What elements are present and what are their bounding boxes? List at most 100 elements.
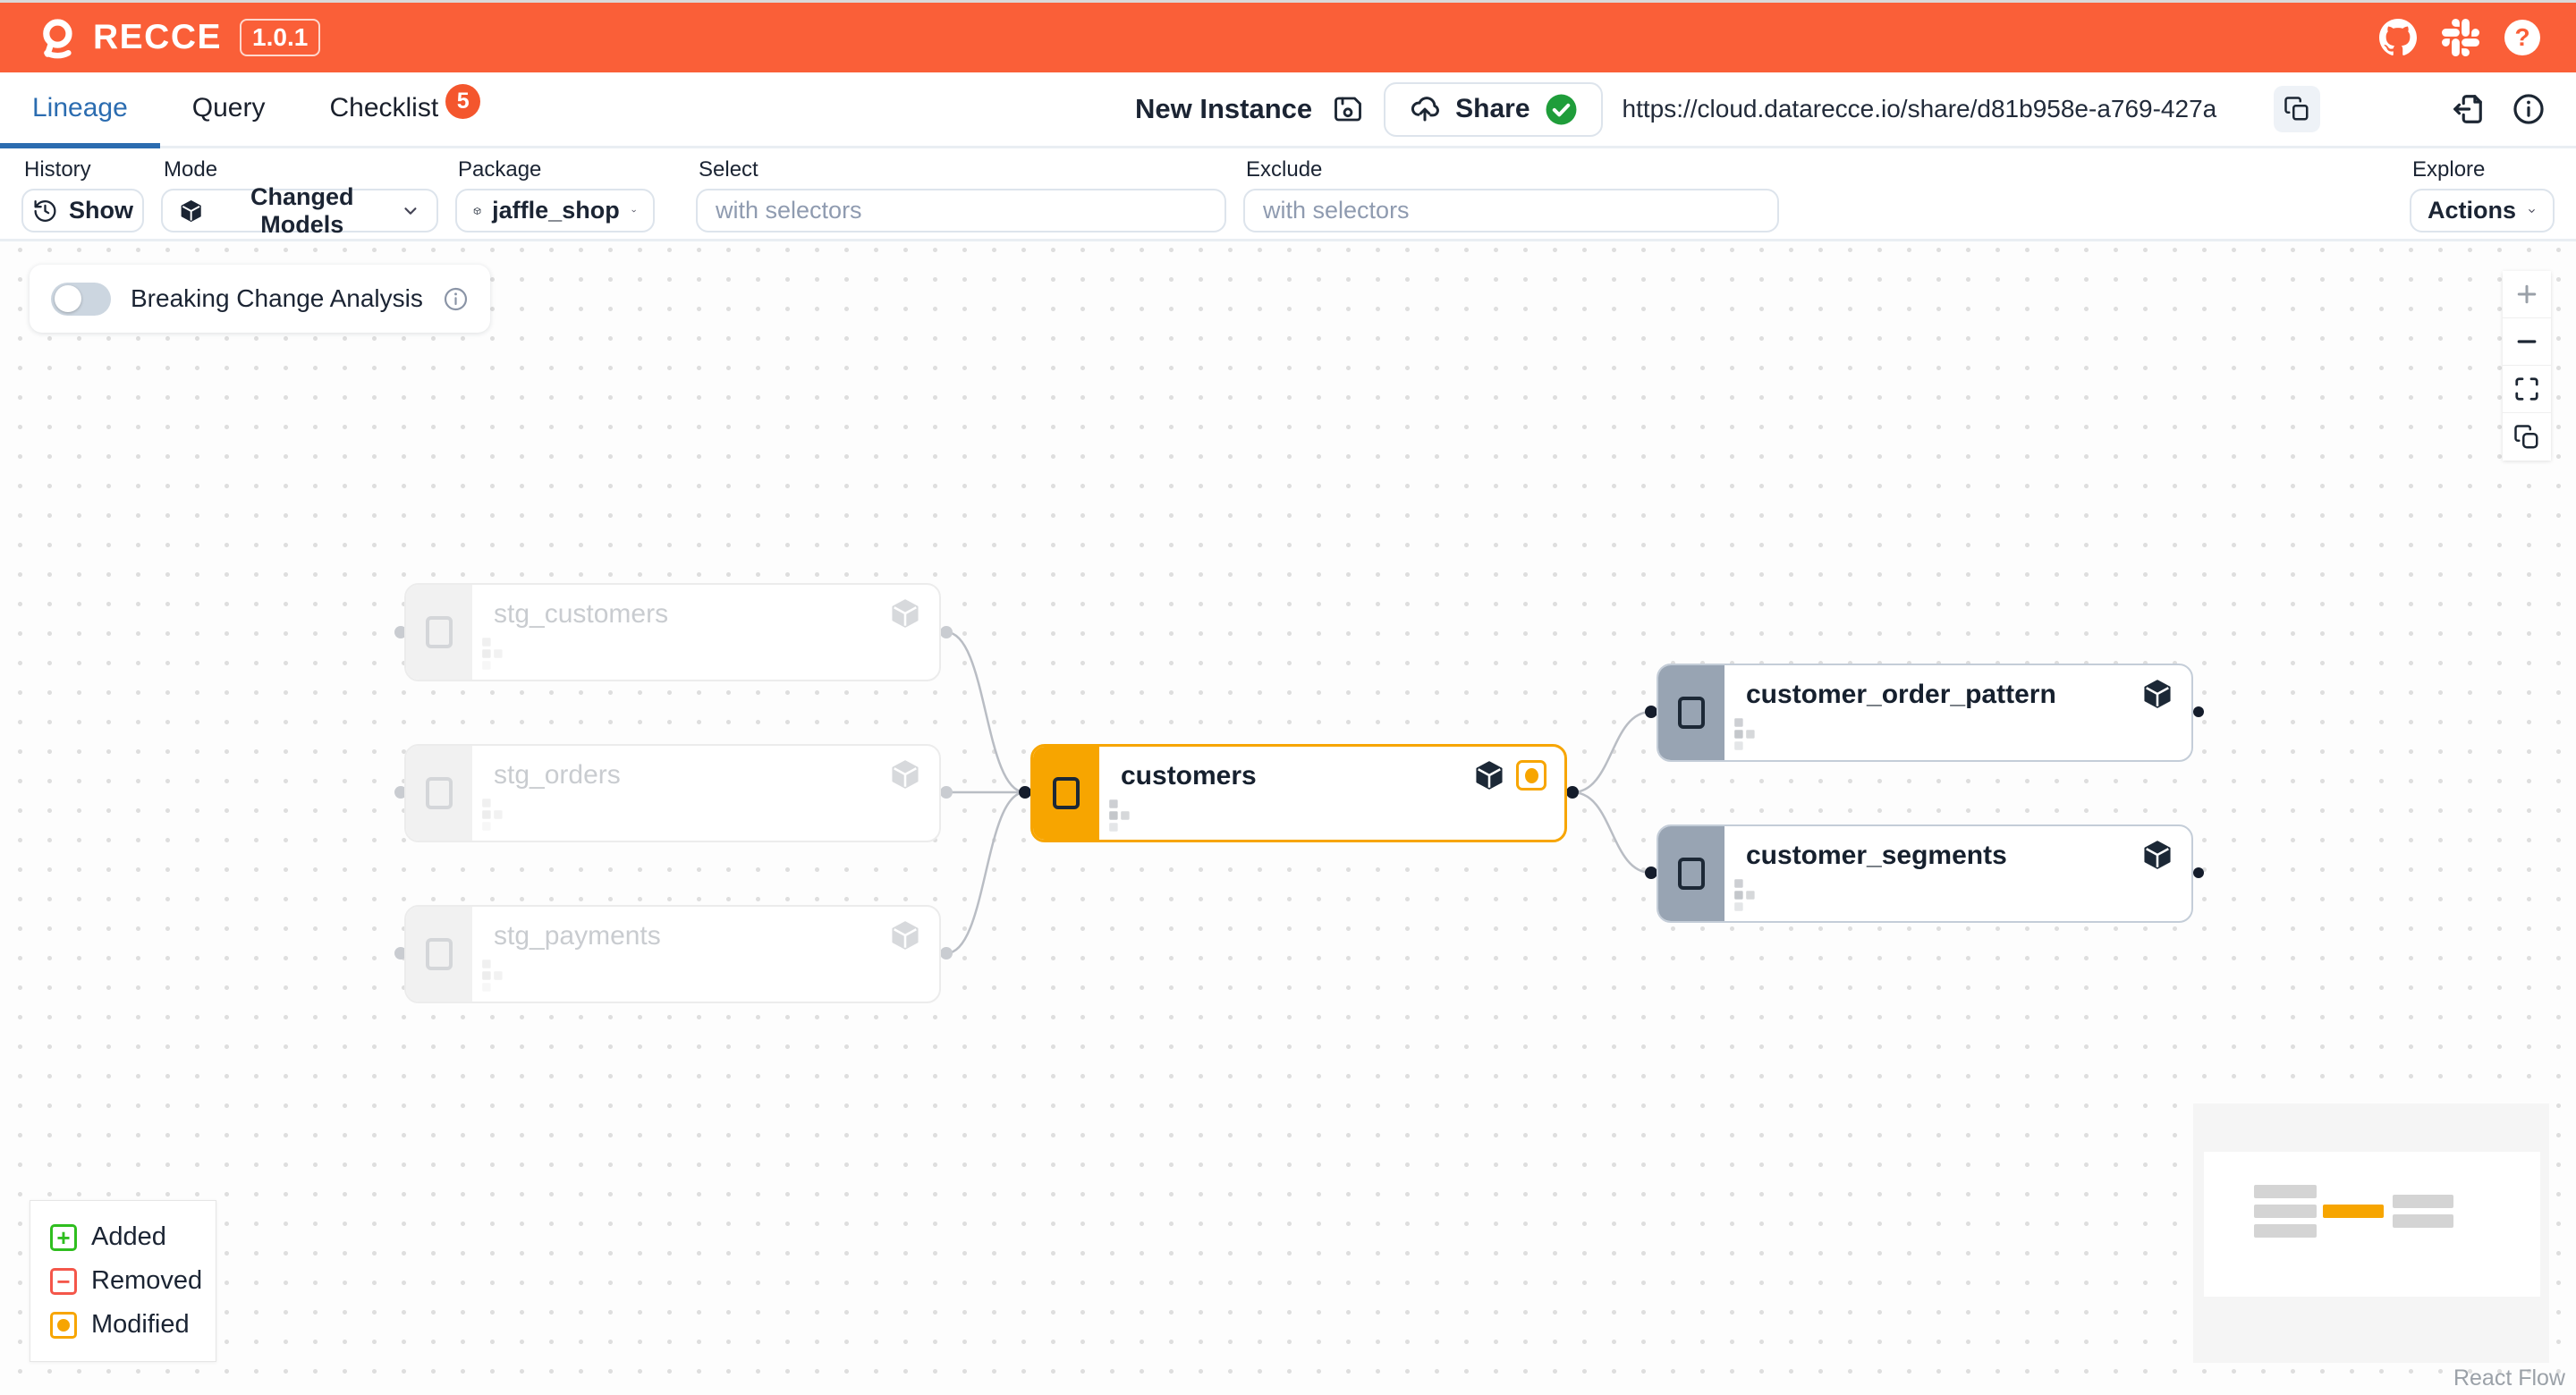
history-icon [32,198,58,224]
minimap-node [2254,1224,2317,1238]
tree-icon [481,959,504,993]
exclude-input[interactable] [1243,189,1779,232]
legend-item-modified: Modified [50,1310,216,1340]
fit-view-icon [2513,376,2540,402]
modified-icon [50,1312,77,1339]
minimap-node [2254,1205,2317,1218]
minimap-node [2254,1185,2317,1198]
filter-bar: History Show Mode Changed Models Package… [0,148,2576,241]
package-select[interactable]: jaffle_shop [455,189,655,232]
select-input[interactable] [696,189,1226,232]
tab-checklist-label: Checklist [329,93,438,123]
tree-icon [1733,717,1757,751]
change-legend: + Added − Removed Modified [30,1200,216,1362]
node-stg-customers[interactable]: stg_customers [404,583,941,681]
minimap[interactable] [2193,1103,2549,1363]
node-customers[interactable]: customers [1030,744,1567,842]
brand-wordmark: RECCE [93,18,222,57]
github-icon[interactable] [2379,19,2417,56]
help-icon[interactable]: ? [2504,20,2540,55]
breaking-change-label: Breaking Change Analysis [131,284,423,313]
chevron-down-icon [2527,200,2537,222]
model-cube-icon [889,597,921,630]
react-flow-attribution: React Flow [2453,1365,2565,1391]
actions-button[interactable]: Actions [2410,189,2555,232]
model-cube-icon [1473,759,1505,791]
info-icon[interactable] [443,286,469,312]
model-cube-icon [889,758,921,790]
node-stg-orders[interactable]: stg_orders [404,744,941,842]
node-name: customers [1121,761,1257,791]
legend-label: Modified [91,1310,190,1340]
copy-url-button[interactable] [2274,86,2320,132]
node-state-strip [406,907,472,1002]
copy-icon [2284,96,2310,123]
zoom-out-button[interactable] [2503,318,2551,366]
instance-title: New Instance [1135,93,1312,125]
lineage-canvas[interactable]: Breaking Change Analysis stg_customers s… [0,241,2576,1395]
history-show-button[interactable]: Show [21,189,144,232]
slack-icon[interactable] [2442,19,2479,56]
app-header: RECCE 1.0.1 ? [0,0,2576,72]
tab-query-label: Query [192,93,266,123]
node-checkbox[interactable] [426,777,453,809]
cloud-upload-icon [1409,93,1441,125]
node-state-strip [1658,826,1724,921]
node-checkbox[interactable] [1678,858,1705,890]
minimap-node [2393,1214,2453,1228]
chevron-down-icon [631,200,637,222]
package-value: jaffle_shop [492,197,620,224]
save-icon[interactable] [1332,93,1364,125]
legend-label: Added [91,1222,166,1252]
zoom-in-button[interactable] [2503,271,2551,318]
duplicate-view-button[interactable] [2503,413,2551,461]
node-name: customer_segments [1746,841,2007,871]
fit-view-button[interactable] [2503,366,2551,413]
share-url: https://cloud.datarecce.io/share/d81b958… [1623,95,2254,123]
node-stg-payments[interactable]: stg_payments [404,905,941,1003]
tab-bar: Lineage Query Checklist 5 New Instance S… [0,72,2576,148]
breaking-change-card: Breaking Change Analysis [30,265,490,333]
added-icon: + [50,1224,77,1251]
history-show-label: Show [69,197,133,224]
version-badge: 1.0.1 [240,19,320,56]
share-button[interactable]: Share [1384,82,1602,137]
tree-icon [481,798,504,832]
recce-logo-icon [36,16,79,59]
mode-select[interactable]: Changed Models [161,189,438,232]
chevron-down-icon [401,200,420,222]
tab-query[interactable]: Query [160,72,298,148]
node-state-strip [406,585,472,680]
actions-label: Actions [2428,197,2516,224]
node-checkbox[interactable] [426,616,453,648]
tab-lineage[interactable]: Lineage [0,72,160,148]
legend-label: Removed [91,1266,202,1296]
breaking-change-toggle[interactable] [51,283,111,316]
node-checkbox[interactable] [1678,697,1705,729]
package-icon [473,198,481,224]
zoom-out-icon [2513,328,2540,355]
canvas-controls [2503,271,2551,461]
node-checkbox[interactable] [1053,777,1080,809]
node-name: stg_customers [494,599,668,630]
node-name: customer_order_pattern [1746,680,2056,710]
tree-icon [481,637,504,671]
toggle-knob [55,285,81,312]
select-label: Select [699,157,1226,182]
info-icon[interactable] [2512,92,2546,126]
node-state-strip [1658,665,1724,760]
node-checkbox[interactable] [426,938,453,970]
node-customer-order-pattern[interactable]: customer_order_pattern [1657,664,2193,762]
legend-item-removed: − Removed [50,1266,216,1296]
node-name: stg_payments [494,921,661,951]
node-customer-segments[interactable]: customer_segments [1657,824,2193,923]
check-circle-icon [1545,93,1578,126]
mode-value: Changed Models [214,183,390,239]
tab-checklist[interactable]: Checklist 5 [297,72,513,148]
tab-lineage-label: Lineage [32,93,128,123]
cube-filled-icon [179,198,203,224]
mode-label: Mode [164,157,438,182]
share-button-label: Share [1455,94,1530,124]
zoom-in-icon [2513,281,2540,308]
logout-icon[interactable] [2451,92,2485,126]
